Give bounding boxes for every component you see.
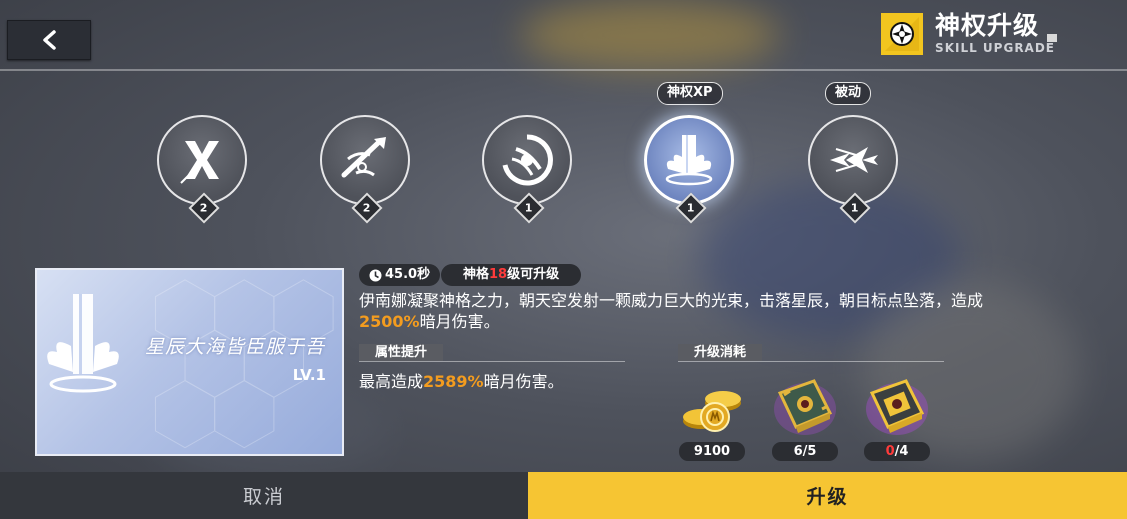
unlock-prefix: 神格 [463, 267, 490, 282]
light-pillar-icon [665, 135, 713, 186]
skill-level-label: LV.1 [292, 366, 326, 384]
skill-level-badge: 2 [200, 201, 208, 215]
gold-coins-icon [683, 391, 741, 432]
skill-level-badge: 1 [687, 201, 695, 215]
attribute-text: 最高造成2589%暗月伤害。 [359, 372, 564, 391]
skill-slot-3[interactable]: 1 [482, 115, 576, 224]
cost-item-green-tome[interactable]: 6/5 [770, 372, 840, 461]
clock-icon [369, 269, 382, 281]
skill-level-badge: 1 [525, 201, 533, 215]
title-cn: 神权升级 [935, 11, 1040, 40]
skill-tag-xp: 神权XP [657, 82, 723, 105]
x-slash-icon [180, 141, 219, 184]
header-divider [0, 69, 1127, 71]
chevron-left-icon [43, 30, 56, 50]
burst-arrow-icon [830, 147, 878, 173]
cancel-button[interactable]: 取消 [0, 472, 528, 519]
skill-level-badge: 2 [363, 201, 371, 215]
cost-count-gold-tome: 0/4 [864, 442, 930, 461]
skill-slot-5[interactable]: 1 [808, 115, 902, 224]
skill-slot-2[interactable]: 2 [320, 115, 414, 224]
skill-preview-card: 星辰大海皆臣服于吾 LV.1 [35, 268, 344, 456]
cost-item-gold[interactable]: 9100 [677, 372, 747, 461]
unlock-requirement-pill: 神格 18 级可升级 [441, 264, 582, 286]
cost-heading: 升级消耗 [678, 344, 763, 361]
unlock-level: 18 [489, 267, 508, 282]
light-pillar-large-icon [47, 294, 119, 393]
cost-divider [678, 361, 944, 362]
green-tome-icon [774, 379, 836, 435]
skill-tag-passive: 被动 [825, 82, 872, 105]
attribute-divider [359, 361, 625, 362]
skill-quote: 星辰大海皆臣服于吾 [145, 336, 326, 358]
back-button[interactable] [7, 20, 91, 60]
gold-tome-icon [866, 379, 928, 435]
page-title: 神权升级 SKILL UPGRADE [881, 12, 1055, 56]
title-decoration [1047, 34, 1057, 42]
spear-strike-icon [341, 137, 386, 178]
cooldown-pill: 45.0秒 [359, 264, 441, 286]
swirl-claw-icon [502, 134, 553, 186]
title-en: SKILL UPGRADE [935, 41, 1055, 55]
skill-slot-4-selected[interactable]: 1 [644, 115, 738, 224]
skill-description: 伊南娜凝聚神格之力，朝天空发射一颗威力巨大的光束，击落星辰，朝目标点坠落，造成2… [359, 291, 984, 331]
attribute-heading: 属性提升 [359, 344, 444, 361]
unlock-suffix: 级可升级 [507, 267, 560, 282]
cooldown-text: 45.0秒 [385, 267, 431, 282]
cost-count-green-tome: 6/5 [772, 442, 838, 461]
skill-compass-icon [881, 13, 924, 55]
cost-count-gold: 9100 [679, 442, 745, 461]
skill-level-badge: 1 [851, 201, 859, 215]
skill-slot-1[interactable]: 2 [157, 115, 251, 224]
upgrade-button[interactable]: 升级 [528, 472, 1127, 519]
cost-item-gold-tome[interactable]: 0/4 [862, 372, 932, 461]
